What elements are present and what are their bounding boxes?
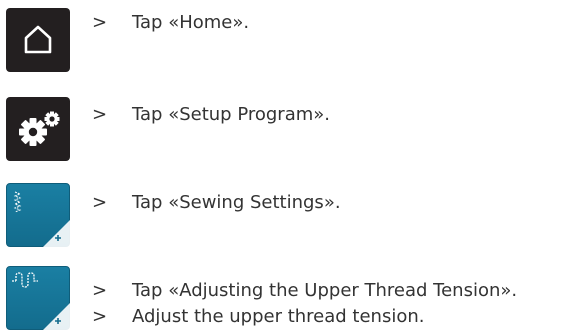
step-marker: > <box>92 280 108 301</box>
sewing-settings-button[interactable] <box>6 183 70 247</box>
step-marker: > <box>92 104 108 125</box>
home-icon <box>24 25 52 54</box>
instruction-line: > Tap «Setup Program». <box>92 104 330 126</box>
instruction-text: Tap «Home». <box>132 12 250 33</box>
step-marker: > <box>92 12 108 33</box>
setup-gears-icon <box>19 111 60 146</box>
sewing-settings-icon <box>13 191 70 247</box>
thread-tension-icon <box>12 272 70 330</box>
instruction-text: Tap «Adjusting the Upper Thread Tension»… <box>132 280 518 301</box>
instruction-line: > Tap «Adjusting the Upper Thread Tension… <box>92 280 517 302</box>
instruction-line: > Adjust the upper thread tension. <box>92 306 425 328</box>
step-marker: > <box>92 306 108 327</box>
thread-tension-button[interactable] <box>6 266 70 330</box>
setup-program-button[interactable] <box>6 97 70 161</box>
instruction-text: Tap «Setup Program». <box>132 104 330 125</box>
instruction-text: Tap «Sewing Settings». <box>132 192 341 213</box>
instruction-line: > Tap «Home». <box>92 12 249 34</box>
home-button[interactable] <box>6 8 70 72</box>
instruction-line: > Tap «Sewing Settings». <box>92 192 341 214</box>
instruction-text: Adjust the upper thread tension. <box>132 306 425 327</box>
step-marker: > <box>92 192 108 213</box>
